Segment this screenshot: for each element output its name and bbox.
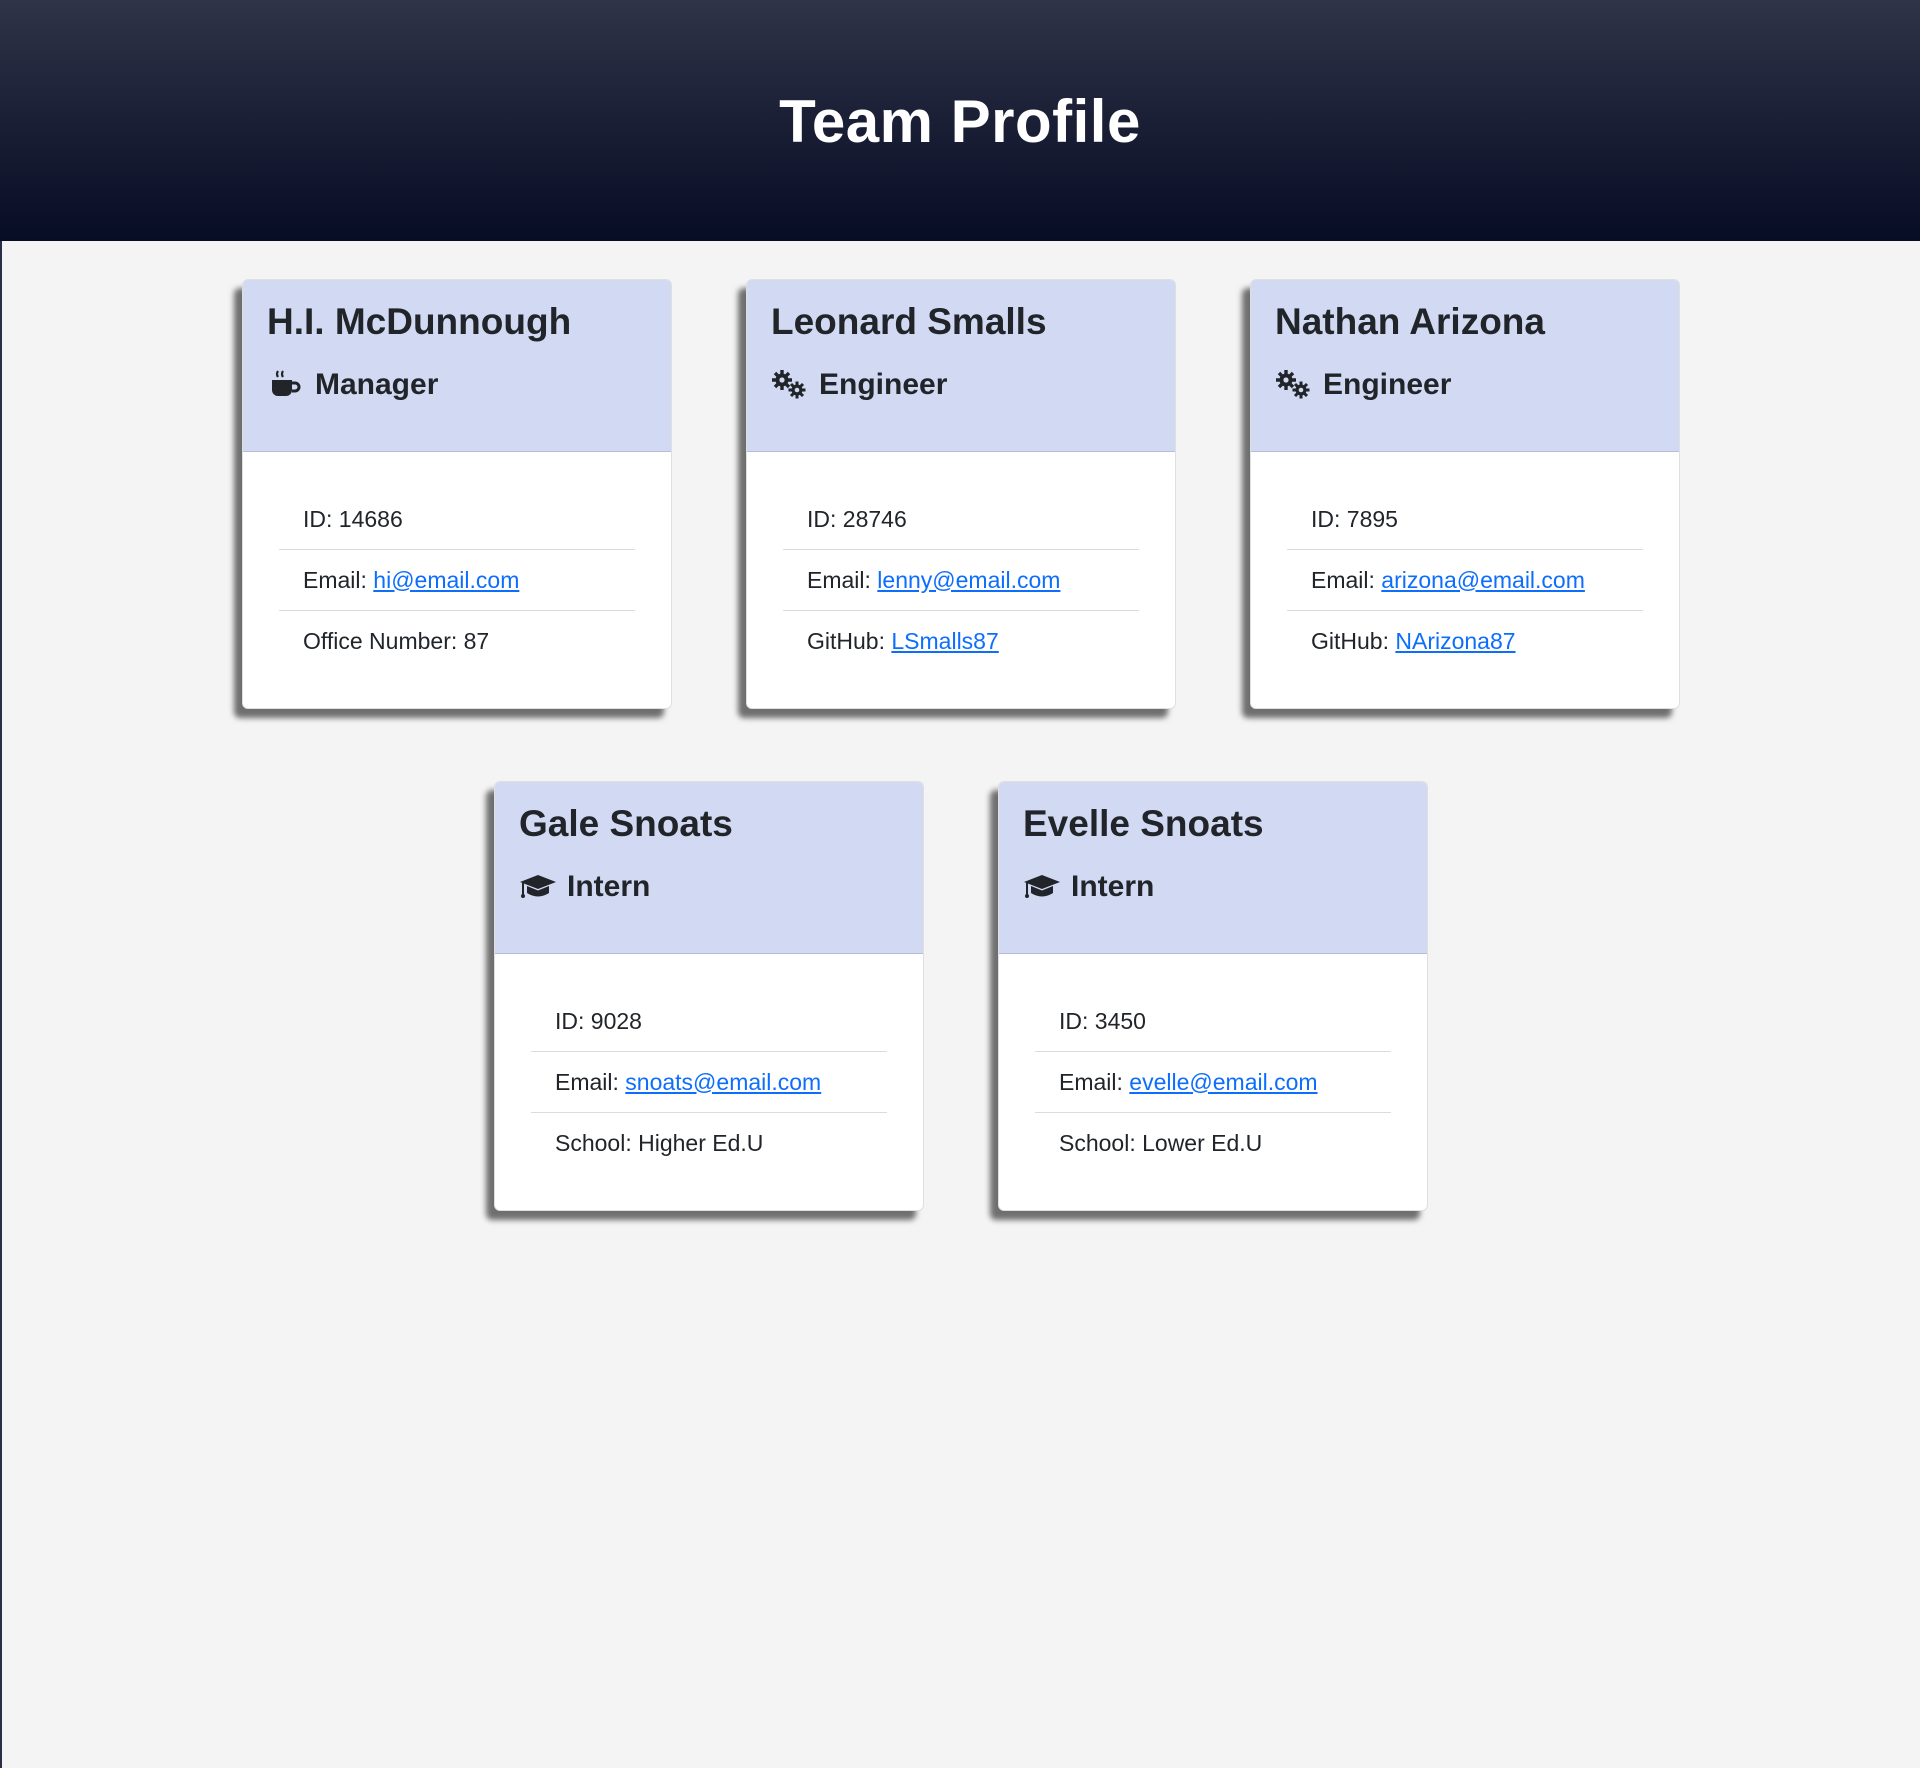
list-item-school: School: Higher Ed.U <box>531 1113 887 1174</box>
list-item-id: ID: 7895 <box>1287 489 1643 550</box>
list-item-email: Email: snoats@email.com <box>531 1052 887 1113</box>
list-item-github: GitHub: LSmalls87 <box>783 611 1139 672</box>
email-link[interactable]: snoats@email.com <box>625 1069 821 1096</box>
employee-name: Evelle Snoats <box>1023 803 1264 844</box>
card-header: Gale Snoats Intern <box>495 782 923 954</box>
list-item-github: GitHub: NArizona87 <box>1287 611 1643 672</box>
school-value: Higher Ed.U <box>638 1130 764 1156</box>
card-body: ID: 14686 Email: hi@email.com Office Num… <box>243 452 671 672</box>
graduation-cap-icon <box>519 871 557 903</box>
office-number-label: Office Number: <box>303 628 464 654</box>
employee-name: Leonard Smalls <box>771 301 1047 342</box>
employee-card: Evelle Snoats Intern ID: 3450 Email: eve… <box>998 781 1428 1211</box>
list-item-id: ID: 28746 <box>783 489 1139 550</box>
gears-icon <box>1275 369 1313 401</box>
email-link[interactable]: hi@email.com <box>373 567 519 594</box>
id-value: 7895 <box>1346 505 1398 532</box>
school-value: Lower Ed.U <box>1142 1130 1263 1156</box>
email-label: Email: <box>807 566 878 593</box>
email-label: Email: <box>1311 566 1382 593</box>
email-label: Email: <box>1059 1068 1130 1095</box>
role-label: Manager <box>315 368 439 402</box>
id-value: 3450 <box>1094 1007 1146 1034</box>
employee-name: H.I. McDunnough <box>267 301 572 342</box>
list-item-id: ID: 14686 <box>279 489 635 550</box>
employee-card: Leonard Smalls Engineer ID: 28746 Email:… <box>746 279 1176 709</box>
id-label: ID: <box>303 505 339 532</box>
github-link[interactable]: LSmalls87 <box>891 628 998 655</box>
email-link[interactable]: evelle@email.com <box>1129 1069 1317 1096</box>
employee-card: Nathan Arizona Engineer ID: 7895 Email: … <box>1250 279 1680 709</box>
list-item-office-number: Office Number: 87 <box>279 611 635 672</box>
page-title: Team Profile <box>779 88 1141 155</box>
email-label: Email: <box>555 1068 626 1095</box>
list-item-id: ID: 3450 <box>1035 991 1391 1052</box>
list-item-id: ID: 9028 <box>531 991 887 1052</box>
role-label: Engineer <box>819 368 948 402</box>
id-label: ID: <box>1059 1007 1095 1034</box>
card-header: Evelle Snoats Intern <box>999 782 1427 954</box>
gears-icon <box>771 369 809 401</box>
github-label: GitHub: <box>807 628 892 654</box>
employee-card: Gale Snoats Intern ID: 9028 Email: snoat… <box>494 781 924 1211</box>
role-label: Intern <box>567 870 651 904</box>
card-header: H.I. McDunnough Manager <box>243 280 671 452</box>
card-header: Nathan Arizona Engineer <box>1251 280 1679 452</box>
email-link[interactable]: lenny@email.com <box>877 567 1060 594</box>
email-label: Email: <box>303 566 374 593</box>
office-number-value: 87 <box>463 628 490 654</box>
role-label: Intern <box>1071 870 1155 904</box>
coffee-mug-icon <box>267 369 305 401</box>
card-body: ID: 7895 Email: arizona@email.com GitHub… <box>1251 452 1679 672</box>
card-body: ID: 28746 Email: lenny@email.com GitHub:… <box>747 452 1175 672</box>
id-value: 9028 <box>590 1007 642 1034</box>
employee-name: Gale Snoats <box>519 803 733 844</box>
graduation-cap-icon <box>1023 871 1061 903</box>
employee-role: Engineer <box>771 368 1151 402</box>
id-value: 28746 <box>842 505 907 532</box>
school-label: School: <box>1059 1130 1143 1156</box>
employee-role: Engineer <box>1275 368 1655 402</box>
github-label: GitHub: <box>1311 628 1396 654</box>
school-label: School: <box>555 1130 639 1156</box>
card-header: Leonard Smalls Engineer <box>747 280 1175 452</box>
list-item-email: Email: lenny@email.com <box>783 550 1139 611</box>
github-link[interactable]: NArizona87 <box>1395 628 1515 655</box>
card-body: ID: 3450 Email: evelle@email.com School:… <box>999 954 1427 1174</box>
employee-name: Nathan Arizona <box>1275 301 1545 342</box>
list-item-school: School: Lower Ed.U <box>1035 1113 1391 1174</box>
email-link[interactable]: arizona@email.com <box>1381 567 1585 594</box>
employee-role: Intern <box>519 870 899 904</box>
list-item-email: Email: arizona@email.com <box>1287 550 1643 611</box>
id-label: ID: <box>555 1007 591 1034</box>
left-edge-divider <box>0 241 2 1768</box>
id-value: 14686 <box>338 505 403 532</box>
id-label: ID: <box>807 505 843 532</box>
employee-role: Intern <box>1023 870 1403 904</box>
page-header: Team Profile <box>0 0 1920 241</box>
employee-role: Manager <box>267 368 647 402</box>
employee-card: H.I. McDunnough Manager ID: 14686 Email:… <box>242 279 672 709</box>
role-label: Engineer <box>1323 368 1452 402</box>
list-item-email: Email: hi@email.com <box>279 550 635 611</box>
id-label: ID: <box>1311 505 1347 532</box>
list-item-email: Email: evelle@email.com <box>1035 1052 1391 1113</box>
card-body: ID: 9028 Email: snoats@email.com School:… <box>495 954 923 1174</box>
